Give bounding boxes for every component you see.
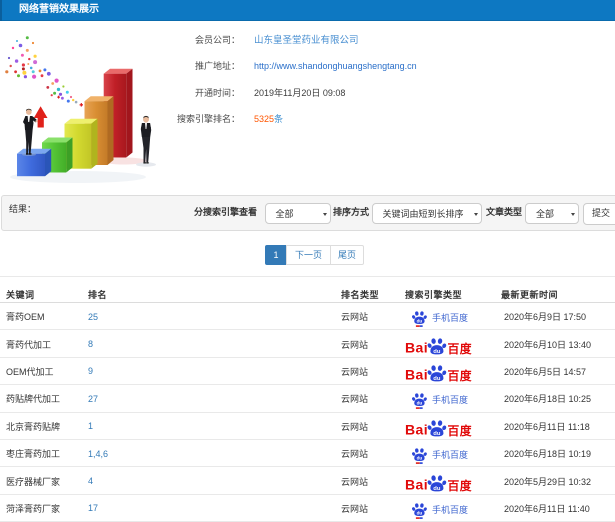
svg-text:Bai: Bai [405,422,428,438]
svg-text:Bai: Bai [405,340,428,356]
svg-text:百度: 百度 [448,479,473,493]
svg-text:百度: 百度 [448,424,473,438]
svg-text:百度: 百度 [448,369,473,383]
svg-text:Bai: Bai [405,367,428,383]
svg-text:Bai: Bai [405,477,428,493]
svg-text:百度: 百度 [448,342,473,356]
